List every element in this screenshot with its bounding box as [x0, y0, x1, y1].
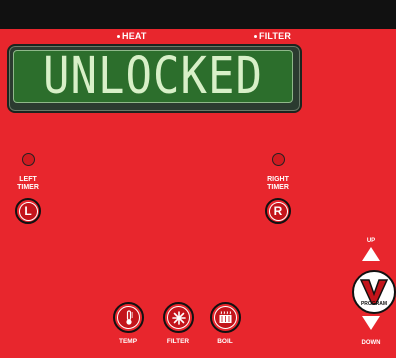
boil-icon — [214, 306, 237, 329]
left-timer-label: LEFT TIMER — [17, 176, 39, 191]
right-timer-button[interactable]: R — [265, 198, 291, 224]
right-timer-led — [272, 153, 285, 166]
display-text: UNLOCKED — [43, 46, 263, 106]
filter-button[interactable] — [163, 302, 194, 333]
filter-icon — [167, 306, 190, 329]
thermometer-icon — [117, 306, 140, 329]
down-arrow-icon[interactable] — [362, 316, 380, 330]
program-label: PROGRAM — [360, 301, 388, 307]
display-screen: UNLOCKED — [13, 50, 293, 103]
heat-indicator-dot — [117, 35, 120, 39]
left-timer-led — [22, 153, 35, 166]
filter-indicator-label: FILTER — [254, 31, 291, 41]
temp-button[interactable] — [113, 302, 144, 333]
fryer-control-panel: HEAT FILTER UNLOCKED LEFT TIMER L RIGHT … — [0, 0, 396, 358]
left-timer-letter: L — [18, 201, 38, 221]
boil-button[interactable] — [210, 302, 241, 333]
top-strip — [0, 0, 396, 29]
filter-label: FILTER — [166, 338, 190, 345]
filter-indicator-dot — [254, 35, 257, 39]
heat-indicator-label: HEAT — [117, 31, 147, 41]
boil-label: BOIL — [217, 338, 233, 345]
left-timer-button[interactable]: L — [15, 198, 41, 224]
up-label: UP — [366, 238, 376, 244]
up-arrow-icon[interactable] — [362, 247, 380, 261]
temp-label: TEMP — [118, 338, 138, 345]
down-label: DOWN — [361, 340, 381, 346]
right-timer-label: RIGHT TIMER — [267, 176, 289, 191]
program-button[interactable]: PROGRAM — [352, 270, 396, 314]
right-timer-letter: R — [268, 201, 288, 221]
